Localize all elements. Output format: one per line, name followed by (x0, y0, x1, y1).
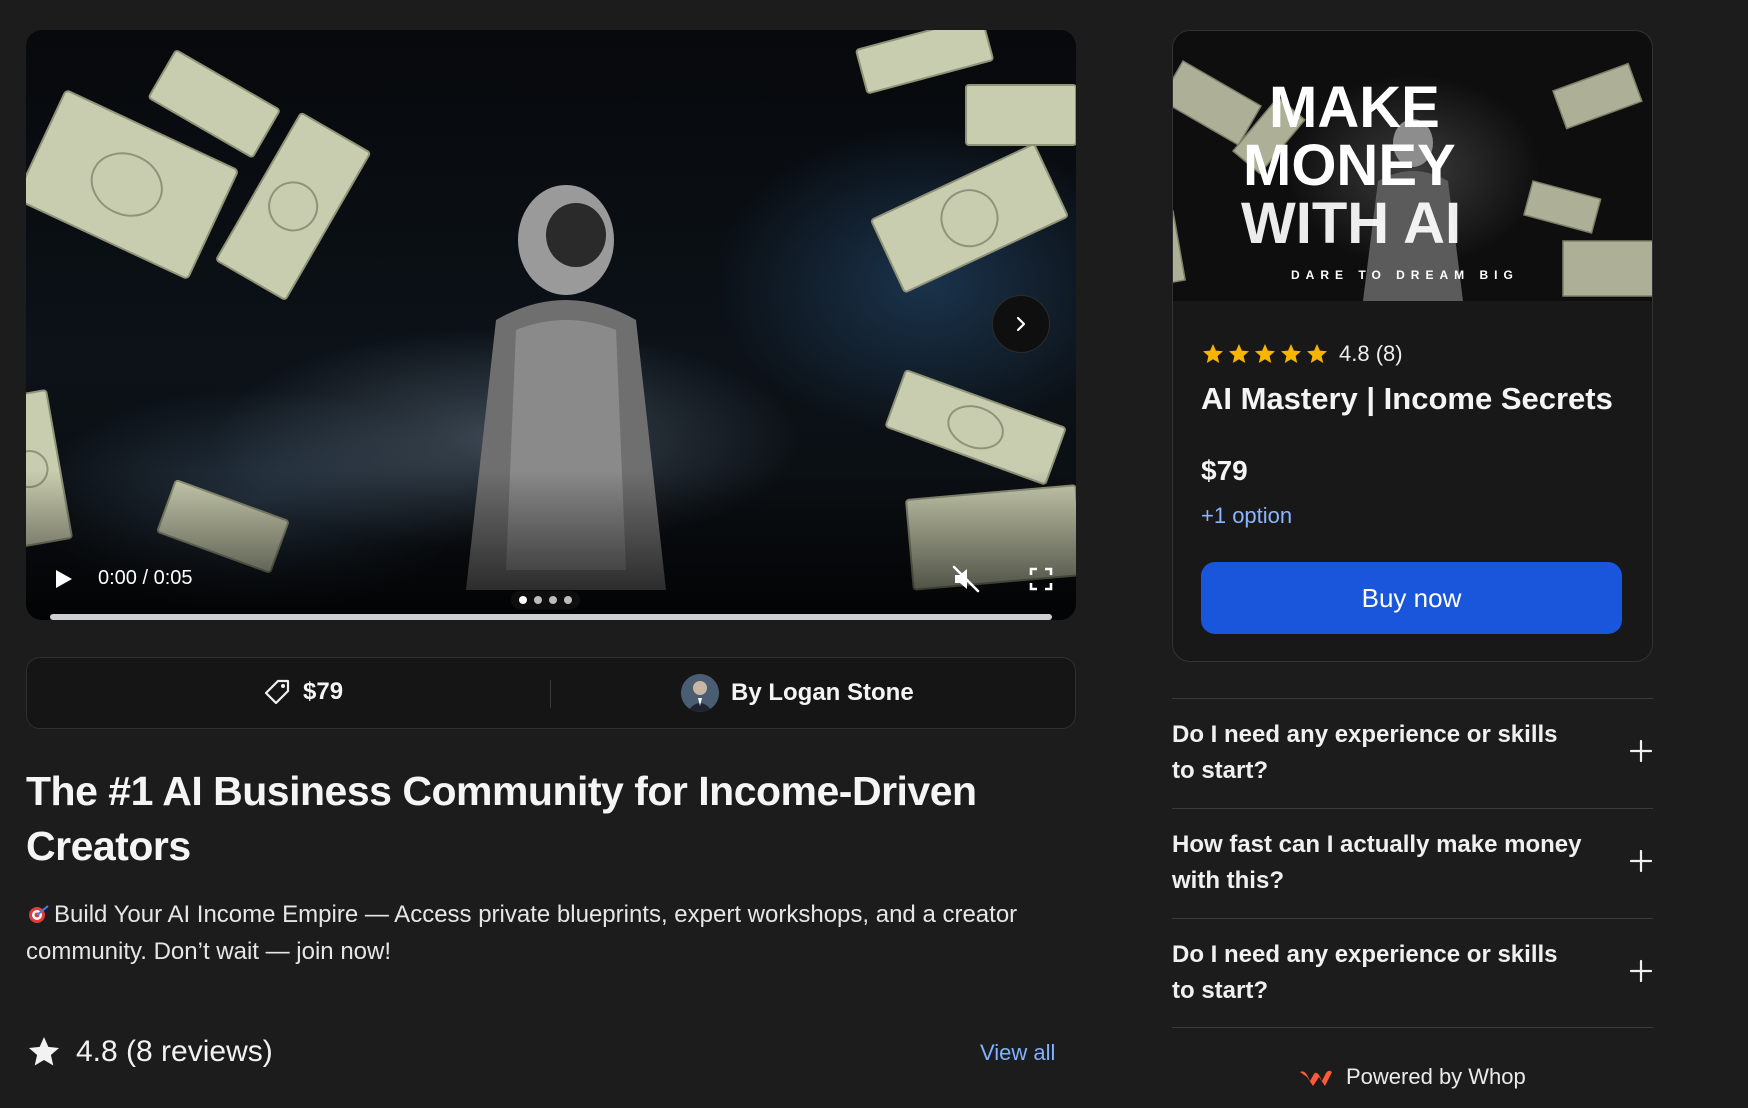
faq-item[interactable]: How fast can I actually make money with … (1172, 808, 1653, 918)
rating-text: 4.8 (8) (1339, 341, 1403, 366)
plus-icon[interactable] (1629, 739, 1653, 763)
play-icon[interactable] (50, 566, 76, 592)
page-title: The #1 AI Business Community for Income-… (26, 768, 977, 869)
next-slide-button[interactable] (992, 295, 1050, 353)
reviews-summary-text: 4.8 (8 reviews) (76, 1035, 273, 1068)
star-icon (1307, 344, 1327, 363)
card-price: $79 (1201, 455, 1248, 486)
pricing-options-link[interactable]: +1 option (1201, 503, 1292, 529)
muted-speaker-icon[interactable] (951, 564, 981, 594)
avatar (681, 674, 719, 712)
faq-question: Do I need any experience or skills to st… (1172, 941, 1558, 1004)
product-card: MAKE MONEY WITH AI DARE TO DREAM BIG 4.8… (1172, 30, 1653, 662)
powered-by-whop[interactable]: Powered by Whop (1298, 1064, 1526, 1090)
reviews-summary: 4.8 (8 reviews) (26, 1034, 273, 1070)
star-icon (1255, 344, 1275, 363)
rating-stars (1201, 342, 1329, 366)
faq-list: Do I need any experience or skills to st… (1172, 698, 1653, 1028)
star-icon (1203, 344, 1223, 363)
powered-by-text: Powered by Whop (1346, 1064, 1526, 1089)
info-price: $79 (263, 678, 343, 706)
faq-question: How fast can I actually make money with … (1172, 831, 1582, 894)
slide-indicator-dots (511, 591, 580, 609)
cover-line-2: MONEY (1243, 133, 1456, 198)
video-time: 0:00 / 0:05 (98, 567, 193, 589)
product-description: Build Your AI Income Empire — Access pri… (26, 896, 1086, 970)
faq-item[interactable]: Do I need any experience or skills to st… (1172, 698, 1653, 808)
slide-dot[interactable] (519, 596, 527, 604)
view-all-reviews-link[interactable]: View all (980, 1040, 1055, 1066)
video-progress-bar[interactable] (50, 614, 1052, 620)
plus-icon[interactable] (1629, 959, 1653, 983)
product-info-bar: $79 By Logan Stone (26, 657, 1076, 729)
divider (550, 680, 551, 708)
star-icon (29, 1037, 59, 1066)
author-name: By Logan Stone (731, 679, 914, 706)
info-price-value: $79 (303, 678, 344, 705)
fullscreen-icon[interactable] (1028, 566, 1054, 592)
video-player[interactable]: 0:00 / 0:05 (26, 30, 1076, 620)
star-icon (1281, 344, 1301, 363)
slide-dot[interactable] (564, 596, 572, 604)
cover-line-3: WITH AI (1241, 191, 1461, 256)
faq-question: Do I need any experience or skills to st… (1172, 721, 1558, 784)
buy-now-button[interactable]: Buy now (1201, 562, 1622, 634)
star-icon (1229, 344, 1249, 363)
author-link[interactable]: By Logan Stone (681, 674, 914, 712)
cover-line-1: MAKE (1269, 75, 1440, 140)
plus-icon[interactable] (1629, 849, 1653, 873)
slide-dot[interactable] (549, 596, 557, 604)
description-text: Build Your AI Income Empire — Access pri… (26, 901, 1018, 965)
chevron-right-icon (1016, 316, 1026, 332)
cover-tagline: DARE TO DREAM BIG (1291, 268, 1519, 282)
whop-logo-icon (1300, 1070, 1332, 1086)
price-tag-icon (264, 679, 290, 705)
faq-item[interactable]: Do I need any experience or skills to st… (1172, 918, 1653, 1028)
product-cover-image: MAKE MONEY WITH AI DARE TO DREAM BIG (1173, 31, 1652, 301)
slide-dot[interactable] (534, 596, 542, 604)
card-title: AI Mastery | Income Secrets (1201, 381, 1613, 416)
dart-emoji-icon (29, 905, 49, 923)
